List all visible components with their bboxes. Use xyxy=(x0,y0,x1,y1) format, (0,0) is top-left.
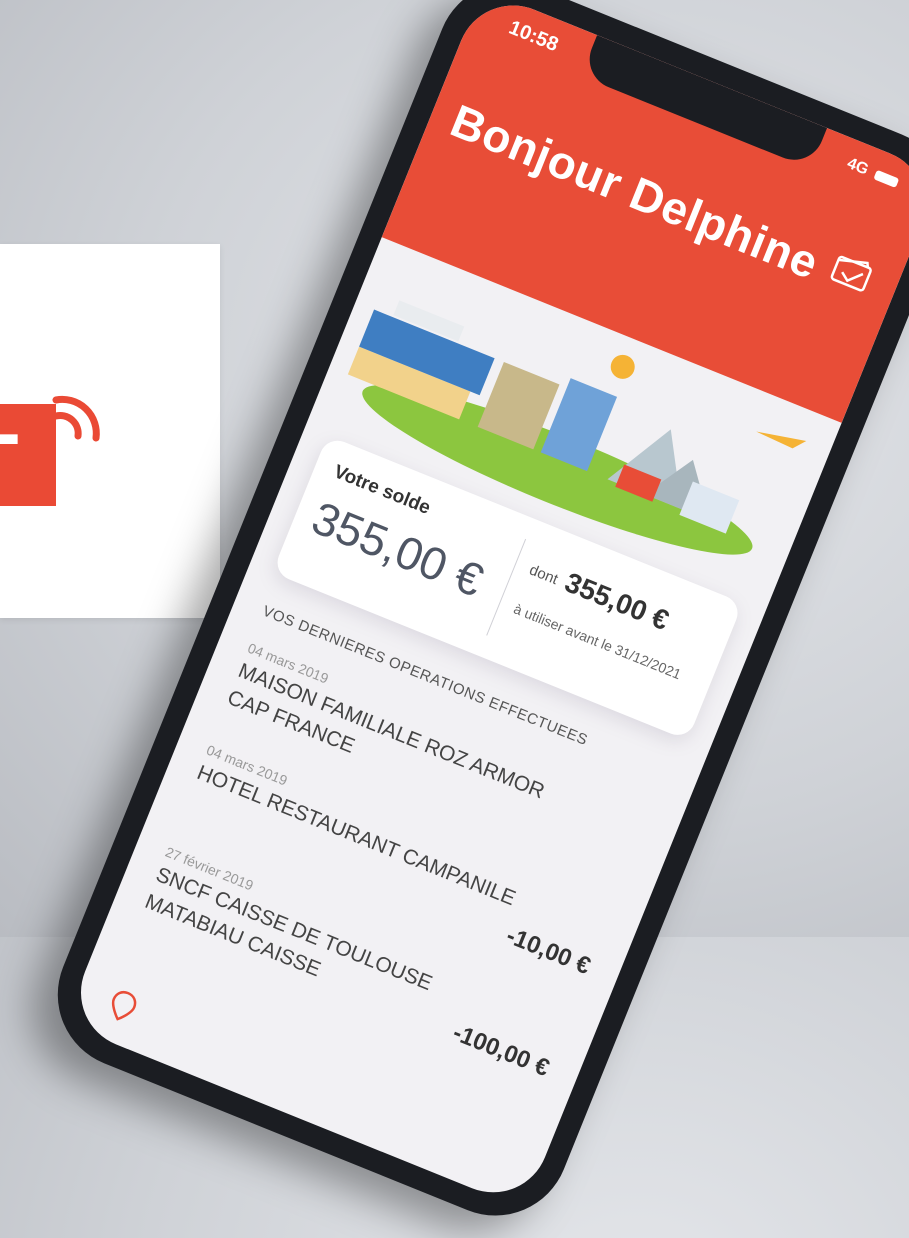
wallet-icon[interactable] xyxy=(828,250,878,297)
brand-logo-letter: T xyxy=(0,422,19,508)
status-time: 10:58 xyxy=(505,16,562,57)
location-pin-icon[interactable] xyxy=(99,983,146,1030)
dont-prefix: dont xyxy=(526,561,561,589)
status-network: 4G xyxy=(844,155,901,192)
balance-divider xyxy=(486,538,527,636)
brand-logo-card: T xyxy=(0,244,220,618)
network-label: 4G xyxy=(844,154,871,179)
phone-device: 10:58 4G Bonjour Delphine Votre solde 35… xyxy=(35,0,909,1238)
wireless-waves-icon xyxy=(52,395,100,442)
battery-icon xyxy=(873,169,900,188)
